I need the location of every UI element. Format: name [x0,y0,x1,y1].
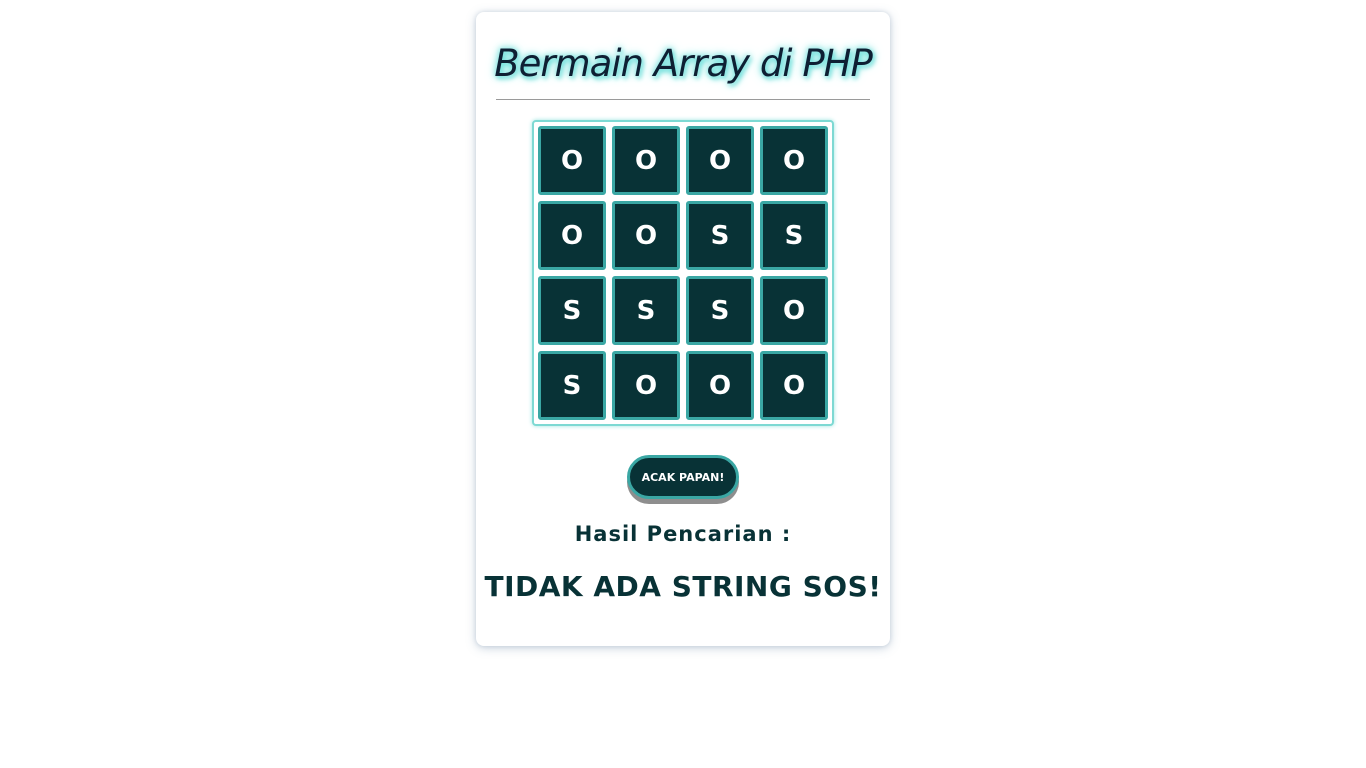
game-board: O O O O O O S S S S S O S O O O [532,120,834,426]
board-cell-r2-c3: S [686,201,754,270]
board-cell-r1-c3: O [686,126,754,195]
board-cell-r4-c3: O [686,351,754,420]
board-cell-r4-c1: S [538,351,606,420]
main-card: Bermain Array di PHP O O O O O O S S S S… [476,12,890,646]
board-cell-r2-c2: O [612,201,680,270]
board-cell-r3-c4: O [760,276,828,345]
board-cell-r1-c1: O [538,126,606,195]
result-value: TIDAK ADA STRING SOS! [484,570,882,603]
title-divider [496,99,870,100]
board-cell-r1-c4: O [760,126,828,195]
board-cell-r3-c2: S [612,276,680,345]
board-cell-r2-c4: S [760,201,828,270]
board-cell-r2-c1: O [538,201,606,270]
board-cell-r1-c2: O [612,126,680,195]
page-title: Bermain Array di PHP [494,42,873,85]
board-cell-r4-c2: O [612,351,680,420]
board-cell-r4-c4: O [760,351,828,420]
shuffle-board-button[interactable]: ACAK PAPAN! [627,455,739,499]
board-cell-r3-c3: S [686,276,754,345]
result-label: Hasil Pencarian : [574,522,792,546]
board-cell-r3-c1: S [538,276,606,345]
